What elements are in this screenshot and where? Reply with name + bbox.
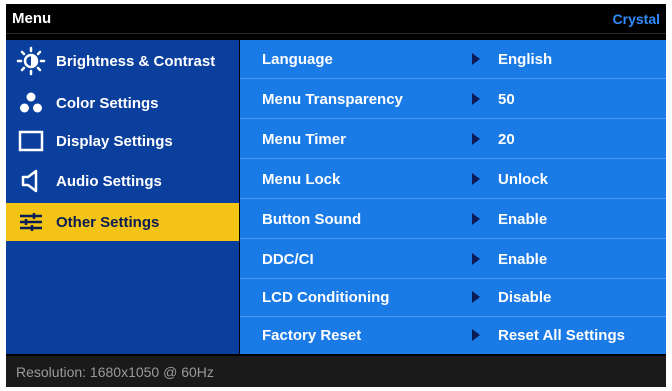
arrow-right-icon — [472, 213, 480, 225]
color-settings-icon — [6, 84, 56, 122]
menu-item-label: Brightness & Contrast — [56, 52, 216, 70]
setting-label: Menu Timer — [262, 130, 346, 148]
menu-item-display-settings[interactable]: Display Settings — [6, 122, 239, 160]
settings-panel: Language English Menu Transparency 50 Me… — [240, 40, 666, 354]
osd-menu: Menu Crystal Brightness & Contrast Color… — [0, 0, 672, 391]
menu-item-audio-settings[interactable]: Audio Settings — [6, 162, 239, 200]
display-icon — [6, 122, 56, 160]
arrow-right-icon — [472, 93, 480, 105]
setting-value: English — [498, 50, 553, 68]
setting-lcd-conditioning[interactable]: LCD Conditioning Disable — [240, 278, 666, 317]
arrow-right-icon — [472, 291, 480, 303]
brightness-icon — [6, 42, 56, 80]
arrow-right-icon — [472, 173, 480, 185]
setting-label: Language — [262, 50, 333, 68]
setting-ddc-ci[interactable]: DDC/CI Enable — [240, 240, 666, 279]
menu-item-other-settings[interactable]: Other Settings — [6, 203, 239, 241]
setting-value: 50 — [498, 90, 515, 108]
setting-label: Factory Reset — [262, 327, 362, 344]
status-bar: Resolution: 1680x1050 @ 60Hz — [6, 356, 666, 387]
arrow-right-icon — [472, 329, 480, 341]
setting-label: Menu Lock — [262, 170, 341, 188]
setting-value: Unlock — [498, 170, 549, 188]
arrow-right-icon — [472, 133, 480, 145]
setting-menu-lock[interactable]: Menu Lock Unlock — [240, 160, 666, 199]
setting-button-sound[interactable]: Button Sound Enable — [240, 200, 666, 239]
setting-language[interactable]: Language English — [240, 40, 666, 79]
setting-factory-reset[interactable]: Factory Reset Reset All Settings — [240, 316, 666, 355]
setting-label: Button Sound — [262, 210, 362, 228]
menu-item-label: Color Settings — [56, 94, 159, 112]
menu-item-label: Other Settings — [56, 213, 160, 231]
setting-value: Enable — [498, 250, 548, 268]
arrow-right-icon — [472, 53, 480, 65]
setting-label: Menu Transparency — [262, 90, 403, 108]
sliders-icon — [6, 203, 56, 241]
menu-item-color-settings[interactable]: Color Settings — [6, 84, 239, 122]
menu-item-label: Audio Settings — [56, 172, 162, 190]
setting-menu-transparency[interactable]: Menu Transparency 50 — [240, 80, 666, 119]
setting-menu-timer[interactable]: Menu Timer 20 — [240, 120, 666, 159]
setting-value: Disable — [498, 288, 552, 306]
menu-title: Menu — [12, 10, 52, 27]
setting-value: Reset All Settings — [498, 327, 625, 344]
osd-frame: Menu Crystal Brightness & Contrast Color… — [6, 4, 666, 387]
category-menu: Brightness & Contrast Color Settings Dis… — [6, 40, 239, 354]
menu-header: Menu Crystal — [6, 4, 666, 34]
speaker-icon — [6, 162, 56, 200]
setting-value: Enable — [498, 210, 548, 228]
menu-item-brightness-contrast[interactable]: Brightness & Contrast — [6, 42, 239, 80]
resolution-text: Resolution: 1680x1050 @ 60Hz — [16, 364, 214, 380]
arrow-right-icon — [472, 253, 480, 265]
setting-label: DDC/CI — [262, 250, 314, 268]
setting-label: LCD Conditioning — [262, 288, 390, 306]
setting-value: 20 — [498, 130, 515, 148]
brand-label: Crystal — [612, 11, 660, 27]
menu-item-label: Display Settings — [56, 132, 173, 150]
